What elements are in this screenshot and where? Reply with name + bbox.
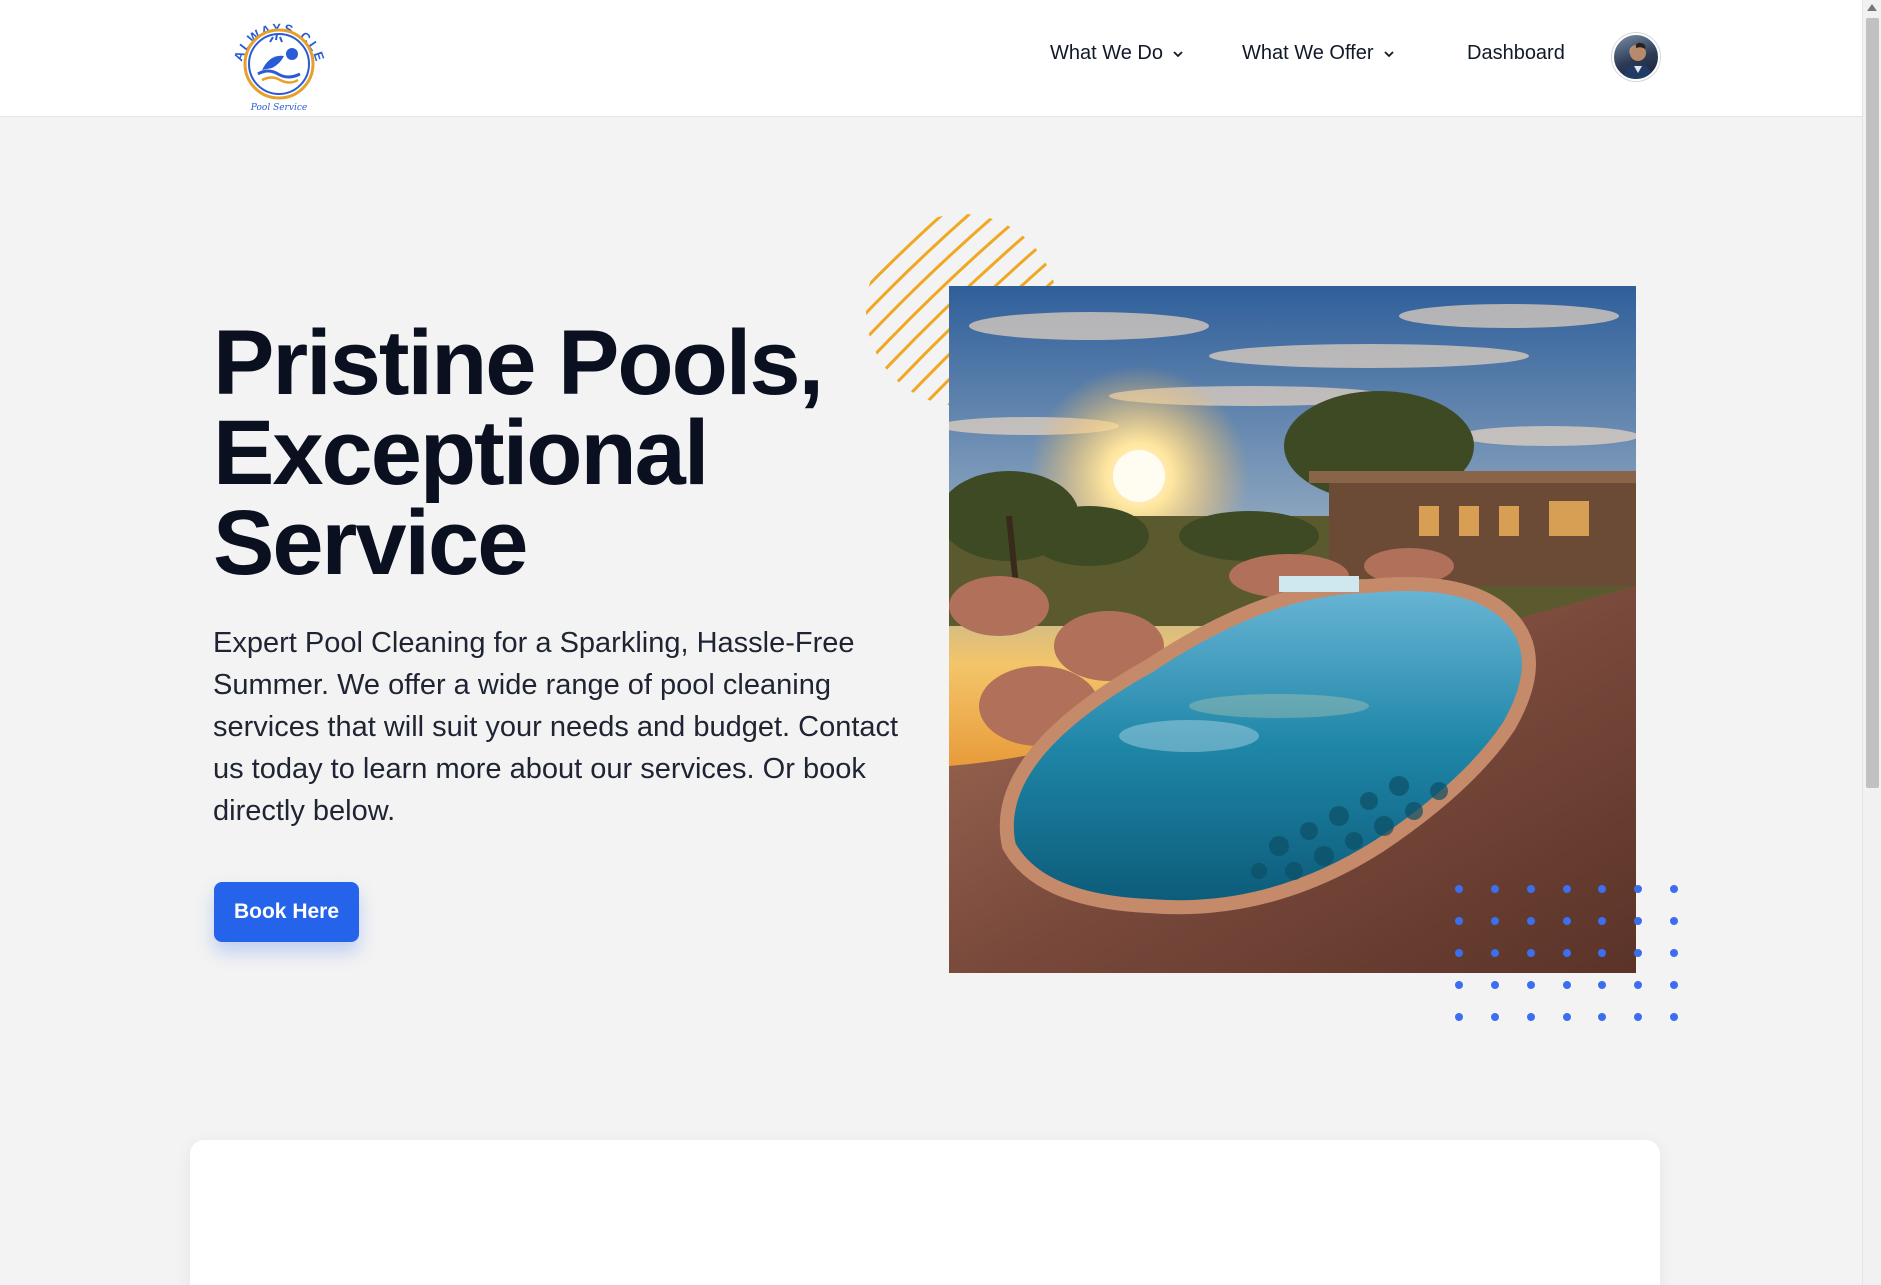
nav-what-we-offer[interactable]: What We Offer: [1242, 42, 1396, 65]
nav-what-we-do-label: What We Do: [1050, 42, 1163, 64]
book-here-button[interactable]: Book Here: [214, 882, 359, 942]
hero-title: Pristine Pools, Exceptional Service: [213, 312, 853, 594]
hero-title-line-1: Pristine Pools,: [213, 312, 824, 414]
user-avatar[interactable]: [1612, 33, 1660, 81]
chevron-down-icon: [1383, 50, 1394, 57]
decorative-dot-grid: [1450, 880, 1690, 1030]
site-header: ALWAYS CLEAN Pool Service What We Do Wha…: [0, 0, 1862, 117]
main-nav: What We Do What We Offer Dashboard: [0, 40, 1881, 76]
scrollbar-thumb[interactable]: [1866, 18, 1879, 788]
hero-title-line-2: Exceptional: [213, 402, 709, 504]
nav-what-we-do[interactable]: What We Do: [1050, 42, 1185, 65]
nav-dashboard-label: Dashboard: [1467, 42, 1565, 64]
page-scrollbar[interactable]: [1862, 0, 1881, 1285]
logo-sub-text: Pool Service: [250, 103, 307, 113]
content-card: [190, 1140, 1660, 1285]
nav-dashboard[interactable]: Dashboard: [1467, 42, 1565, 65]
nav-what-we-offer-label: What We Offer: [1242, 42, 1374, 64]
hero-pool-image: [949, 286, 1636, 973]
chevron-down-icon: [1173, 50, 1183, 57]
scroll-up-arrow-icon[interactable]: [1867, 4, 1877, 11]
hero-title-line-3: Service: [213, 492, 528, 594]
hero-description: Expert Pool Cleaning for a Sparkling, Ha…: [213, 627, 899, 827]
